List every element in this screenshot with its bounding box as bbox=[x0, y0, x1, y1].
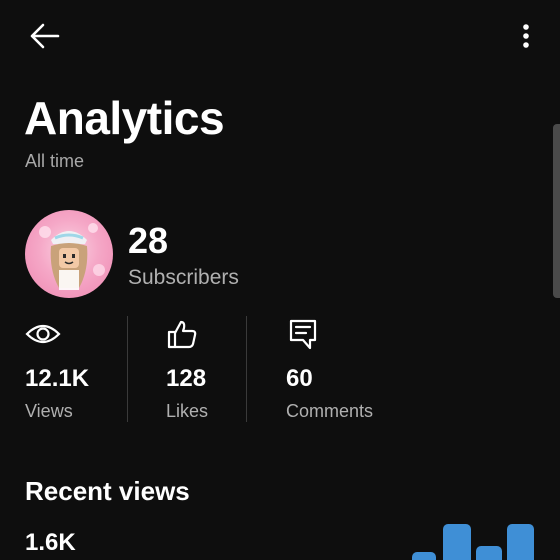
likes-label: Likes bbox=[166, 401, 209, 421]
likes-value: 128 bbox=[166, 365, 207, 392]
subscriber-label: Subscribers bbox=[128, 266, 239, 289]
chart-bar bbox=[412, 552, 436, 560]
divider bbox=[127, 316, 128, 422]
chart-bar bbox=[476, 546, 502, 560]
more-options-button[interactable] bbox=[510, 18, 542, 54]
views-label: Views bbox=[25, 401, 73, 421]
chart-bar bbox=[443, 524, 471, 560]
time-range-label: All time bbox=[25, 151, 85, 171]
page-title: Analytics bbox=[24, 92, 225, 144]
comments-label: Comments bbox=[286, 401, 374, 421]
divider bbox=[246, 316, 247, 422]
thumbs-up-icon bbox=[166, 318, 202, 350]
channel-avatar[interactable] bbox=[25, 210, 113, 298]
recent-views-title: Recent views bbox=[25, 476, 190, 506]
recent-views-value: 1.6K bbox=[25, 529, 76, 556]
scrollbar[interactable] bbox=[553, 124, 560, 298]
back-button[interactable] bbox=[24, 18, 64, 54]
more-vertical-icon bbox=[523, 24, 529, 48]
chart-bar bbox=[507, 524, 534, 560]
arrow-left-icon bbox=[30, 23, 60, 49]
comments-value: 60 bbox=[286, 365, 313, 392]
comment-icon bbox=[288, 318, 324, 350]
eye-icon bbox=[25, 318, 61, 350]
recent-views-chart-icon bbox=[412, 520, 536, 560]
views-value: 12.1K bbox=[25, 365, 90, 392]
subscriber-count: 28 bbox=[128, 220, 169, 261]
avatar-image bbox=[39, 223, 105, 290]
